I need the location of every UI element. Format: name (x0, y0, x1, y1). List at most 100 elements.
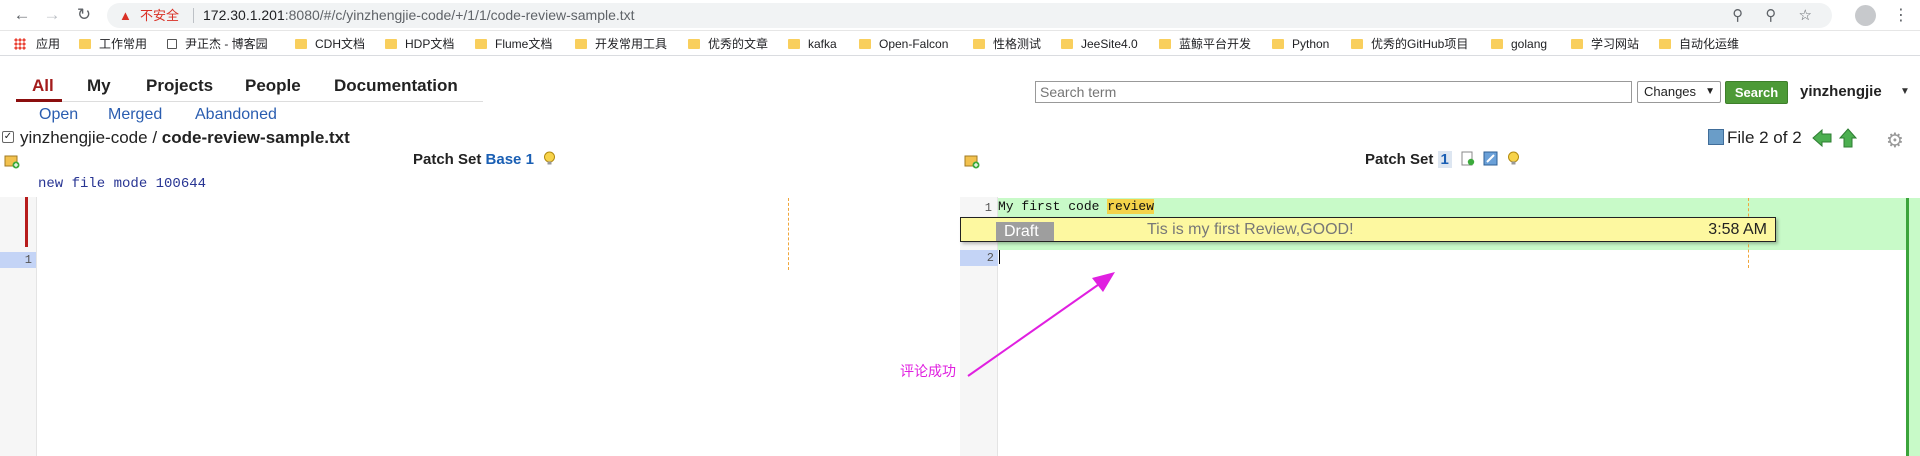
right-patch-set-header: Patch Set 1 (1365, 151, 1520, 173)
omnibox-divider (193, 8, 194, 23)
folder-icon (1571, 39, 1583, 49)
folder-icon (295, 39, 307, 49)
tab-documentation[interactable]: Documentation (334, 76, 458, 96)
bookmark-item[interactable]: 蓝鲸平台开发 (1159, 36, 1251, 52)
bookmark-item[interactable]: JeeSite4.0 (1061, 36, 1138, 52)
base-link[interactable]: Base (486, 151, 522, 168)
bookmark-item[interactable]: 工作常用 (79, 36, 147, 52)
tab-divider (16, 101, 483, 102)
right-line-number-1[interactable]: 1 (960, 200, 992, 216)
settings-gear-icon[interactable]: ⚙ (1886, 128, 1904, 153)
warning-icon: ▲ (119, 8, 132, 23)
search-scope-select[interactable]: Changes ▼ (1637, 81, 1721, 103)
download-file-icon[interactable] (1460, 151, 1475, 166)
folder-icon (575, 39, 587, 49)
annotation-arrow-icon (967, 272, 1115, 377)
tab-projects[interactable]: Projects (146, 76, 213, 96)
folder-icon (1159, 39, 1171, 49)
add-file-comment-icon[interactable] (964, 154, 980, 169)
annotation-label: 评论成功 (900, 363, 956, 379)
address-bar[interactable]: ▲ 不安全 172.30.1.201:8080/#/c/yinzhengjie-… (107, 3, 1832, 28)
lightbulb-icon[interactable] (1507, 151, 1520, 166)
breadcrumb-separator: / (147, 128, 162, 147)
subtab-merged[interactable]: Merged (108, 106, 162, 124)
profile-avatar[interactable] (1855, 5, 1876, 26)
left-gutter (0, 197, 37, 456)
reload-icon[interactable]: ↻ (74, 5, 94, 25)
bookmark-item[interactable]: Python (1272, 36, 1329, 52)
project-link[interactable]: yinzhengjie-code (20, 128, 148, 147)
forward-arrow-icon[interactable]: → (42, 5, 62, 25)
highlighted-word: review (1107, 199, 1155, 214)
back-arrow-icon[interactable]: ← (12, 5, 32, 25)
file-mode-text: new file mode 100644 (38, 176, 207, 192)
bookmark-item[interactable]: CDH文档 (295, 36, 365, 52)
bookmark-item[interactable]: 开发常用工具 (575, 36, 667, 52)
bookmark-item[interactable]: 学习网站 (1571, 36, 1639, 52)
folder-icon (859, 39, 871, 49)
search-button[interactable]: Search (1725, 81, 1788, 104)
active-tab-indicator (16, 99, 62, 102)
file-header: ✓ yinzhengjie-code / code-review-sample.… (0, 127, 1920, 151)
add-file-comment-icon[interactable] (4, 154, 20, 169)
url-host: 172.30.1.201 (203, 7, 285, 23)
folder-icon (973, 39, 985, 49)
folder-icon (1659, 39, 1671, 49)
tab-people[interactable]: People (245, 76, 301, 96)
subtab-abandoned[interactable]: Abandoned (195, 106, 277, 124)
file-position[interactable]: File 2 of 2 (1708, 128, 1802, 148)
tab-all[interactable]: All (32, 76, 54, 96)
folder-icon (385, 39, 397, 49)
folder-icon (1491, 39, 1503, 49)
bookmark-item[interactable]: kafka (788, 36, 837, 52)
user-caret-icon[interactable]: ▼ (1900, 86, 1910, 97)
draft-message: Tis is my first Review,GOOD! (1147, 221, 1354, 238)
code-line-1: My first code review (998, 199, 1155, 214)
bookmark-apps[interactable]: 应用 (14, 36, 60, 52)
up-to-change-icon[interactable] (1838, 128, 1858, 148)
search-input[interactable] (1035, 81, 1632, 103)
apps-grid-icon (14, 38, 26, 50)
folder-icon (1351, 39, 1363, 49)
reviewed-checkbox[interactable]: ✓ (2, 131, 14, 143)
subtab-open[interactable]: Open (39, 106, 78, 124)
draft-comment[interactable]: Draft Tis is my first Review,GOOD! 3:58 … (960, 217, 1776, 242)
file-name: code-review-sample.txt (161, 128, 350, 147)
code-line-text: My first code (998, 199, 1108, 214)
zoom-icon[interactable]: ⚲ (1765, 7, 1776, 24)
bookmark-item[interactable]: 性格测试 (973, 36, 1041, 52)
folder-icon (1061, 39, 1073, 49)
bookmark-item[interactable]: 优秀的文章 (688, 36, 768, 52)
insecure-label: 不安全 (140, 8, 180, 23)
bookmark-item[interactable]: Open-Falcon (859, 36, 948, 52)
url-path: :8080/#/c/yinzhengjie-code/+/1/1/code-re… (284, 7, 635, 23)
file-list-icon (1708, 129, 1724, 145)
folder-icon (475, 39, 487, 49)
tab-my[interactable]: My (87, 76, 111, 96)
edit-file-icon[interactable] (1483, 151, 1498, 166)
bookmark-item[interactable]: golang (1491, 36, 1547, 52)
diff-overview-marker (1906, 198, 1909, 456)
previous-file-icon[interactable] (1812, 128, 1832, 148)
bookmark-item[interactable]: HDP文档 (385, 36, 454, 52)
user-menu[interactable]: yinzhengjie (1800, 83, 1882, 100)
right-patch-set-1-badge[interactable]: 1 (1437, 151, 1452, 168)
bookmark-item[interactable]: 优秀的GitHub项目 (1351, 36, 1468, 52)
bookmarks-bar: 应用 工作常用 尹正杰 - 博客园 CDH文档 HDP文档 Flume文档 开发… (0, 32, 1920, 56)
lightbulb-icon[interactable] (543, 151, 556, 166)
draft-badge: Draft (996, 222, 1054, 241)
bookmark-item[interactable]: Flume文档 (475, 36, 552, 52)
key-icon[interactable]: ⚲ (1732, 7, 1743, 24)
blog-icon (167, 39, 177, 49)
left-patch-set-header: Patch Set Base 1 (413, 151, 556, 173)
folder-icon (788, 39, 800, 49)
breadcrumb: yinzhengjie-code / code-review-sample.tx… (20, 128, 350, 148)
left-patch-set-1-link[interactable]: 1 (526, 151, 534, 168)
bookmark-item[interactable]: 自动化运维 (1659, 36, 1739, 52)
menu-dots-icon[interactable]: ⋮ (1893, 5, 1909, 25)
bookmark-item[interactable]: 尹正杰 - 博客园 (167, 36, 268, 52)
dropdown-caret-icon: ▼ (1705, 86, 1715, 97)
star-icon[interactable]: ☆ (1799, 7, 1812, 24)
left-line-number[interactable]: 1 (0, 252, 36, 268)
url-text[interactable]: 172.30.1.201:8080/#/c/yinzhengjie-code/+… (203, 3, 635, 28)
